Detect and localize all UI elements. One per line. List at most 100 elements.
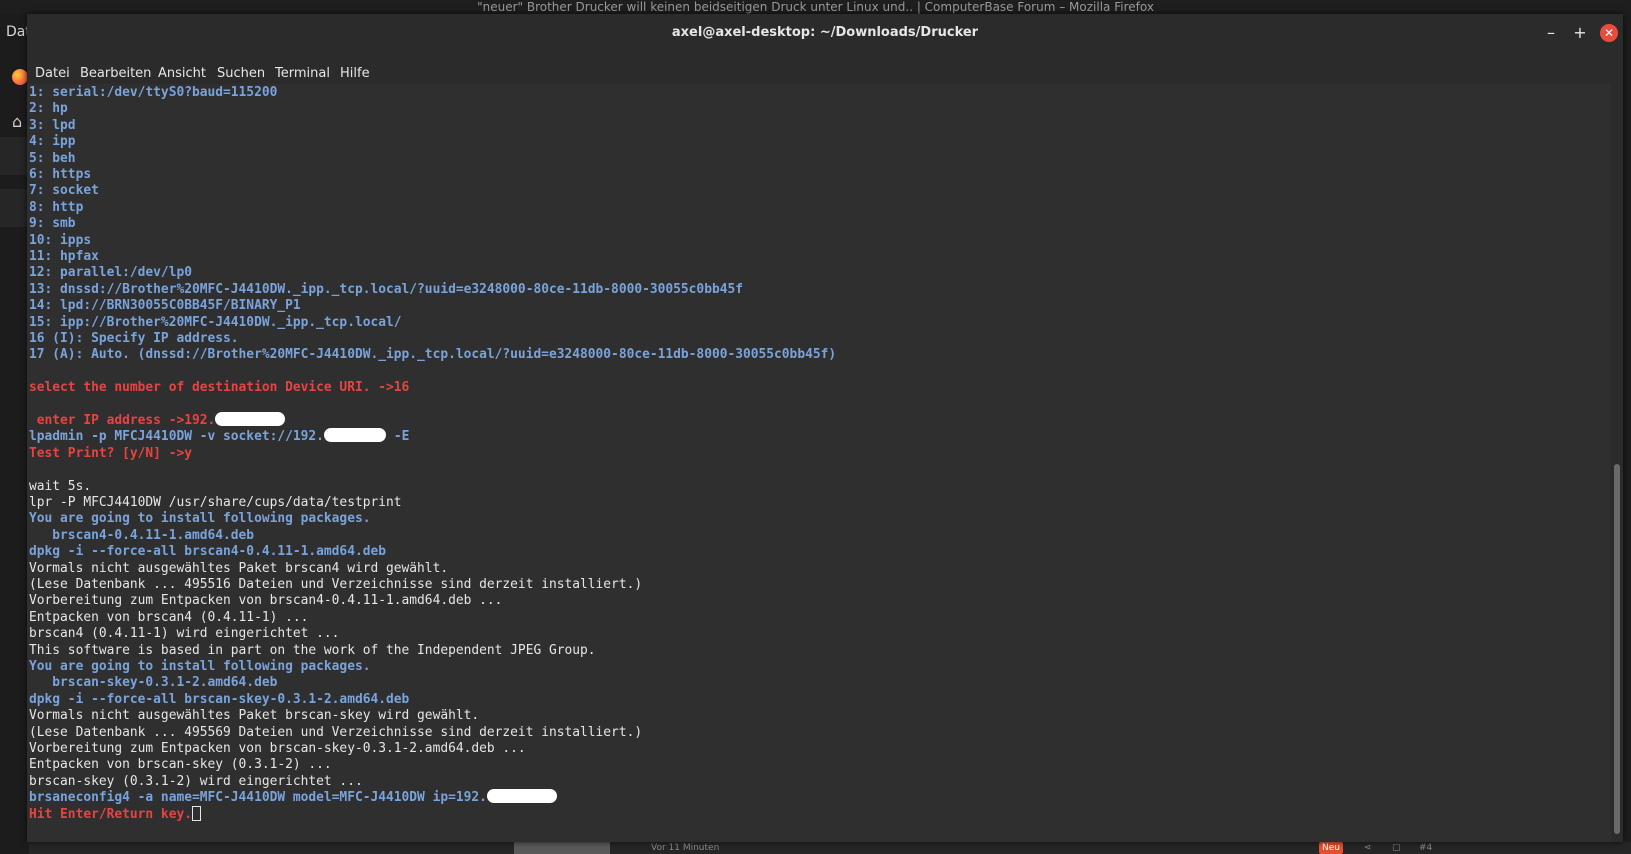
terminal-line-text: dpkg -i --force-all brscan-skey-0.3.1-2.… bbox=[29, 691, 410, 707]
terminal-line: 3: lpd bbox=[29, 117, 76, 134]
menu-suchen[interactable]: Suchen bbox=[217, 66, 265, 81]
terminal-line: Entpacken von brscan4 (0.4.11-1) ... bbox=[29, 609, 308, 626]
terminal-line-text: 10: ipps bbox=[29, 232, 92, 248]
terminal-line-text: enter IP address ->192. bbox=[29, 413, 216, 428]
redacted-ip bbox=[486, 789, 557, 804]
post-number[interactable]: #4 bbox=[1419, 842, 1432, 854]
terminal-line-text: (Lese Datenbank ... 495569 Dateien und V… bbox=[29, 724, 643, 740]
terminal-line: Vormals nicht ausgewähltes Paket brscan4… bbox=[29, 560, 448, 577]
terminal-line-text: Hit Enter/Return key. bbox=[29, 806, 192, 822]
terminal-line-text: Vormals nicht ausgewähltes Paket brscan-… bbox=[29, 708, 480, 724]
terminal-line: enter IP address ->192. bbox=[29, 412, 286, 429]
terminal-line: 1: serial:/dev/ttyS0?baud=115200 bbox=[29, 84, 277, 101]
terminal-line: dpkg -i --force-all brscan-skey-0.3.1-2.… bbox=[29, 691, 409, 708]
terminal-line: 11: hpfax bbox=[29, 248, 99, 265]
firefox-titlebar: "neuer" Brother Drucker will keinen beid… bbox=[0, 0, 1631, 14]
text-cursor bbox=[191, 805, 201, 821]
terminal-line: 16 (I): Specify IP address. bbox=[29, 330, 239, 347]
firefox-icon bbox=[12, 69, 28, 85]
terminal-line: 7: socket bbox=[29, 182, 99, 199]
firefox-right-edge bbox=[1623, 14, 1631, 854]
terminal-line-text: wait 5s. bbox=[29, 478, 92, 494]
terminal-line: select the number of destination Device … bbox=[29, 379, 409, 396]
window-title: axel@axel-desktop: ~/Downloads/Drucker bbox=[671, 25, 979, 40]
terminal-line: You are going to install following packa… bbox=[29, 510, 370, 527]
home-icon[interactable]: ⌂ bbox=[12, 112, 22, 131]
terminal-line: brscan-skey (0.3.1-2) wird eingerichtet … bbox=[29, 773, 363, 790]
terminal-line-suffix: -E bbox=[386, 429, 410, 445]
terminal-line: 10: ipps bbox=[29, 232, 91, 249]
terminal-line-text: dpkg -i --force-all brscan4-0.4.11-1.amd… bbox=[29, 544, 386, 560]
terminal-line-text: 8: http bbox=[29, 199, 84, 215]
terminal-titlebar[interactable]: axel@axel-desktop: ~/Downloads/Drucker –… bbox=[27, 14, 1623, 52]
terminal-line: 9: smb bbox=[29, 215, 76, 232]
terminal-line-text: Entpacken von brscan-skey (0.3.1-2) ... bbox=[29, 757, 332, 773]
minimize-button[interactable]: – bbox=[1542, 24, 1560, 42]
terminal-line: 4: ipp bbox=[29, 133, 76, 150]
bookmark-icon[interactable]: ▢ bbox=[1392, 842, 1401, 854]
menu-ansicht[interactable]: Ansicht bbox=[158, 66, 206, 81]
terminal-line: lpadmin -p MFCJ4410DW -v socket://192. -… bbox=[29, 428, 409, 445]
terminal-line: Vormals nicht ausgewähltes Paket brscan-… bbox=[29, 707, 479, 724]
terminal-line: Entpacken von brscan-skey (0.3.1-2) ... bbox=[29, 756, 332, 773]
terminal-line-text: Vormals nicht ausgewähltes Paket brscan4… bbox=[29, 560, 449, 576]
terminal-output[interactable]: 1: serial:/dev/ttyS0?baud=115200 2: hp 3: … bbox=[27, 84, 1611, 842]
firefox-left-edge: Dat ⌂ bbox=[0, 14, 31, 854]
terminal-line-text: Test Print? [y/N] ->y bbox=[29, 445, 192, 461]
menu-bearbeiten[interactable]: Bearbeiten bbox=[80, 66, 151, 81]
terminal-line: lpr -P MFCJ4410DW /usr/share/cups/data/t… bbox=[29, 494, 402, 511]
menu-datei[interactable]: Datei bbox=[35, 66, 70, 81]
terminal-line: wait 5s. bbox=[29, 478, 91, 495]
terminal-line: 17 (A): Auto. (dnssd://Brother%20MFC-J44… bbox=[29, 346, 836, 363]
terminal-line-text: This software is based in part on the wo… bbox=[29, 642, 596, 658]
terminal-line: 8: http bbox=[29, 199, 83, 216]
maximize-button[interactable]: + bbox=[1571, 24, 1589, 42]
terminal-line-text: 6: https bbox=[29, 167, 92, 182]
scrollbar-thumb[interactable] bbox=[1614, 464, 1620, 834]
terminal-line: 2: hp bbox=[29, 100, 68, 117]
terminal-line-text: 5: beh bbox=[29, 150, 76, 166]
terminal-line: brscan4-0.4.11-1.amd64.deb bbox=[29, 527, 254, 544]
firefox-window-title: "neuer" Brother Drucker will keinen beid… bbox=[477, 0, 1154, 14]
terminal-line: brsaneconfig4 -a name=MFC-J4410DW model=… bbox=[29, 789, 557, 806]
terminal-window: axel@axel-desktop: ~/Downloads/Drucker –… bbox=[27, 14, 1623, 842]
menu-terminal[interactable]: Terminal bbox=[275, 66, 330, 81]
firefox-sidebar-strip bbox=[0, 137, 29, 175]
terminal-line: You are going to install following packa… bbox=[29, 658, 370, 675]
terminal-line-text: Entpacken von brscan4 (0.4.11-1) ... bbox=[29, 609, 309, 625]
forum-post-footer: Vor 11 Minuten Neu ⋖ ▢ #4 bbox=[29, 842, 1631, 854]
terminal-line-text: Vorbereitung zum Entpacken von brscan4-0… bbox=[29, 593, 503, 609]
terminal-line-text: 7: socket bbox=[29, 183, 99, 199]
terminal-line-text: 2: hp bbox=[29, 101, 68, 117]
terminal-line-text: 9: smb bbox=[29, 216, 76, 232]
terminal-line-text: brscan4 (0.4.11-1) wird eingerichtet ... bbox=[29, 626, 340, 642]
share-icon[interactable]: ⋖ bbox=[1364, 842, 1372, 854]
new-badge: Neu bbox=[1319, 842, 1343, 854]
terminal-line: Vorbereitung zum Entpacken von brscan-sk… bbox=[29, 740, 526, 757]
menu-bar: Datei Bearbeiten Ansicht Suchen Terminal… bbox=[27, 52, 1623, 84]
forum-thumbnail[interactable] bbox=[514, 842, 610, 854]
terminal-line-text: (Lese Datenbank ... 495516 Dateien und V… bbox=[29, 577, 643, 592]
terminal-line-text: 14: lpd://BRN30055C0BB45F/BINARY_P1 bbox=[29, 298, 301, 314]
terminal-line-text: 15: ipp://Brother%20MFC-J4410DW._ipp._tc… bbox=[29, 314, 402, 330]
terminal-line: 13: dnssd://Brother%20MFC-J4410DW._ipp._… bbox=[29, 281, 743, 298]
terminal-line-text: select the number of destination Device … bbox=[29, 380, 410, 396]
terminal-line: dpkg -i --force-all brscan4-0.4.11-1.amd… bbox=[29, 543, 386, 560]
menu-hilfe[interactable]: Hilfe bbox=[340, 66, 370, 81]
redacted-ip bbox=[215, 412, 286, 426]
terminal-line-text: brscan4-0.4.11-1.amd64.deb bbox=[29, 527, 255, 543]
scrollbar[interactable] bbox=[1611, 84, 1623, 842]
terminal-line-text: 12: parallel:/dev/lp0 bbox=[29, 265, 192, 281]
terminal-line-text: brscan-skey (0.3.1-2) wird eingerichtet … bbox=[29, 773, 363, 789]
terminal-line: This software is based in part on the wo… bbox=[29, 642, 596, 659]
close-button[interactable]: ✕ bbox=[1600, 24, 1618, 42]
terminal-line-text: lpr -P MFCJ4410DW /usr/share/cups/data/t… bbox=[29, 495, 402, 510]
terminal-line: 6: https bbox=[29, 166, 91, 183]
terminal-line-text: Vorbereitung zum Entpacken von brscan-sk… bbox=[29, 741, 526, 756]
terminal-line: Test Print? [y/N] ->y bbox=[29, 445, 192, 462]
terminal-line-text: 3: lpd bbox=[29, 117, 76, 133]
redacted-ip bbox=[323, 428, 387, 443]
terminal-line: Hit Enter/Return key. bbox=[29, 805, 201, 823]
terminal-line-text: 11: hpfax bbox=[29, 249, 99, 264]
terminal-line: brscan-skey-0.3.1-2.amd64.deb bbox=[29, 674, 277, 691]
